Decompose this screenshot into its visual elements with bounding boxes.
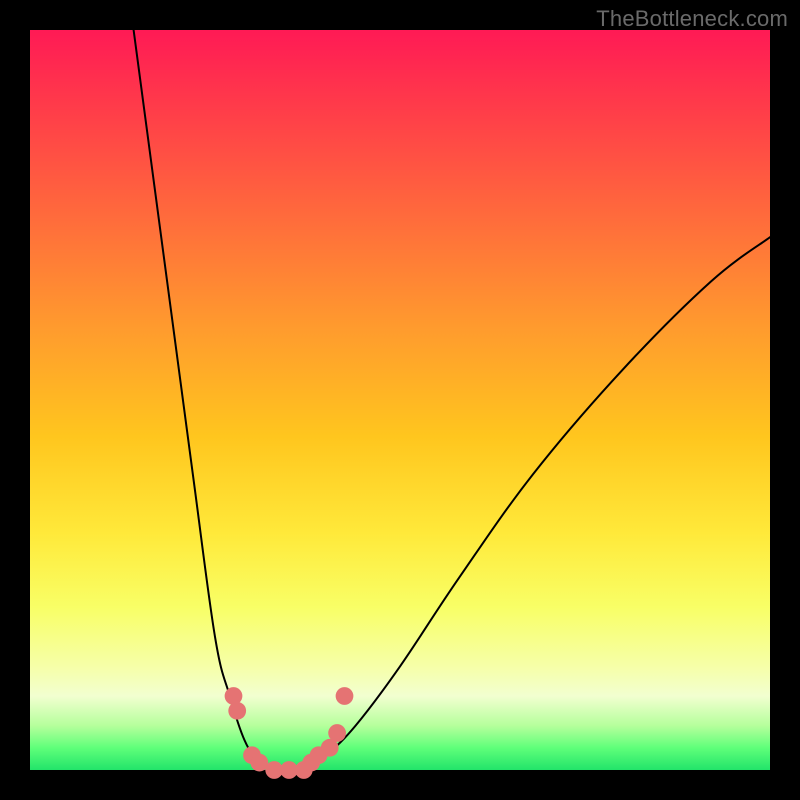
marker-dot bbox=[228, 702, 246, 720]
plot-area bbox=[30, 30, 770, 770]
bottleneck-curve-right bbox=[304, 237, 770, 770]
chart-frame: TheBottleneck.com bbox=[0, 0, 800, 800]
watermark-text: TheBottleneck.com bbox=[596, 6, 788, 32]
bottleneck-curve-left bbox=[134, 30, 275, 770]
curve-svg bbox=[30, 30, 770, 770]
markers-group bbox=[225, 687, 354, 779]
marker-dot bbox=[328, 724, 346, 742]
marker-dot bbox=[225, 687, 243, 705]
marker-dot bbox=[336, 687, 354, 705]
